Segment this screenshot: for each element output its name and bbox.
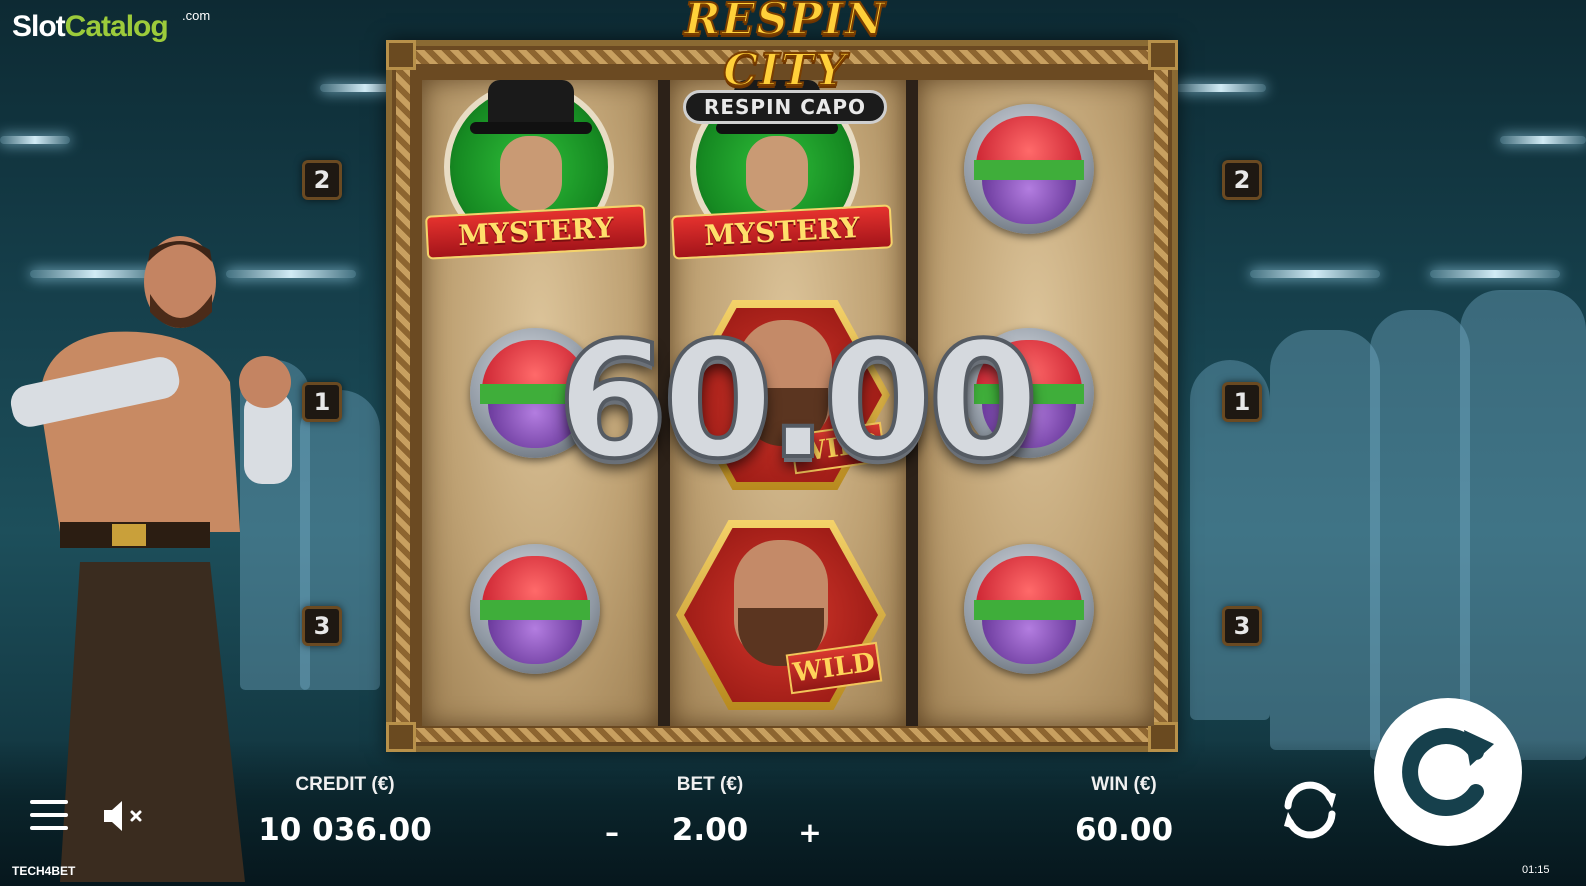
wild-symbol: WILD	[676, 520, 886, 710]
logo-secondary-text: Catalog	[64, 10, 169, 43]
bet-value: 2.00	[671, 812, 749, 848]
game-title-main: RESPIN CITY	[683, 0, 886, 97]
gem-symbol	[470, 544, 600, 674]
game-title: RESPIN CITY RESPIN CAPO	[640, 0, 930, 124]
bet-label: BET (€)	[676, 774, 744, 795]
sound-muted-icon[interactable]	[102, 798, 146, 834]
credit-label: CREDIT (€)	[295, 774, 395, 795]
autoplay-icon[interactable]	[1276, 776, 1344, 844]
logo-primary-text: Slot	[12, 10, 66, 43]
provider-brand: TECH4BET	[12, 864, 76, 878]
credit-value: 10 036.00	[258, 812, 432, 848]
bet-decrease-button[interactable]: –	[594, 816, 630, 849]
menu-icon[interactable]	[30, 798, 70, 832]
win-label: WIN (€)	[1091, 774, 1157, 795]
game-title-sub: RESPIN CAPO	[682, 90, 888, 124]
payline-marker-left-1: 1	[302, 382, 342, 422]
payline-marker-left-3: 3	[302, 606, 342, 646]
gem-symbol	[964, 104, 1094, 234]
fighter-character	[10, 236, 292, 882]
win-value: 60.00	[1074, 812, 1174, 848]
payline-marker-left-2: 2	[302, 160, 342, 200]
spin-icon[interactable]	[1372, 696, 1524, 848]
gem-symbol	[964, 544, 1094, 674]
payline-marker-right-1: 1	[1222, 382, 1262, 422]
win-amount-overlay: 60.00	[555, 307, 1041, 494]
slotcatalog-logo: SlotCatalog .com	[12, 8, 210, 54]
payline-marker-right-2: 2	[1222, 160, 1262, 200]
bet-increase-button[interactable]: +	[792, 816, 828, 849]
payline-marker-right-3: 3	[1222, 606, 1262, 646]
mystery-symbol: MYSTERY	[424, 78, 648, 278]
clock: 01:15	[1522, 864, 1550, 876]
logo-suffix-text: .com	[182, 8, 211, 23]
